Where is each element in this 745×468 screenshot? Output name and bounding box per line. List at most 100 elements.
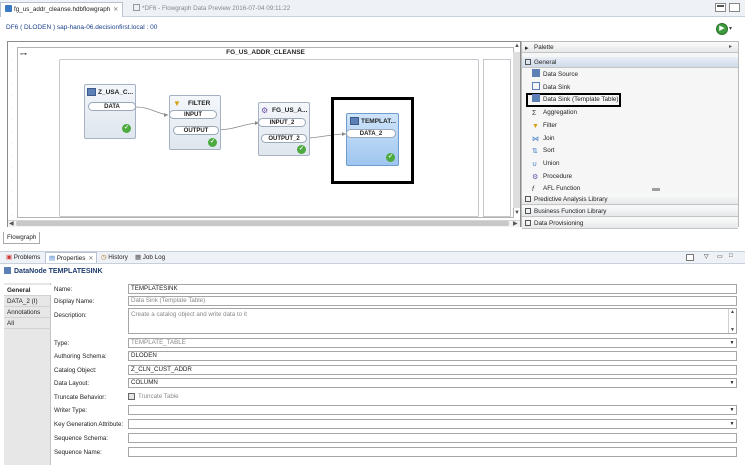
- palette-item-aggregation[interactable]: Σ Aggregation: [532, 107, 577, 118]
- funnel-icon: ▼: [173, 99, 181, 108]
- drawer-icon: [525, 208, 531, 214]
- scroll-up-icon[interactable]: ▲: [514, 43, 520, 49]
- sequence-schema-field[interactable]: [128, 433, 737, 443]
- minimize-view-icon[interactable]: ▭: [717, 253, 723, 260]
- writer-type-select[interactable]: ▼: [128, 405, 737, 415]
- tab-properties[interactable]: ▤ Properties ✕: [45, 252, 98, 263]
- port-output[interactable]: OUTPUT: [173, 126, 219, 135]
- type-label: Type:: [54, 340, 70, 347]
- node-title: FILTER: [188, 100, 211, 107]
- check-icon: ✓: [208, 138, 217, 147]
- funnel-icon: ▼: [532, 123, 539, 130]
- scroll-right-icon[interactable]: ▶: [513, 220, 518, 227]
- palette-collapse-icon[interactable]: ▸: [729, 43, 732, 50]
- drawer-general[interactable]: General: [522, 57, 738, 68]
- sidebar-tab-general[interactable]: General: [4, 285, 51, 296]
- check-icon: ✓: [386, 153, 395, 162]
- node-title: FG_US_A...: [272, 107, 308, 114]
- type-select[interactable]: TEMPLATE_TABLE ▼: [128, 338, 737, 348]
- maximize-view-icon[interactable]: □: [729, 253, 733, 259]
- truncate-table-label: Truncate Table: [138, 393, 179, 400]
- sort-icon: ⇅: [532, 148, 538, 155]
- catalog-object-label: Catalog Object:: [54, 367, 97, 374]
- view-menu-icon[interactable]: ▽: [704, 253, 709, 260]
- display-name-label: Display Name:: [54, 298, 95, 305]
- drawer-business-function[interactable]: Business Function Library: [522, 206, 738, 217]
- palette-header[interactable]: ▸ Palette: [522, 42, 738, 53]
- tab-job-log[interactable]: ▦ Job Log: [132, 252, 168, 263]
- connector-filter-procedure: [216, 122, 260, 131]
- scrollbar-thumb[interactable]: [16, 221, 509, 226]
- port-data-2[interactable]: DATA_2: [346, 129, 396, 138]
- table-icon: [532, 69, 540, 77]
- pin-icon[interactable]: [686, 254, 694, 261]
- palette-icon: ▸: [525, 45, 529, 52]
- tab-history[interactable]: ◷ History: [98, 252, 131, 263]
- job-log-icon: ▦: [135, 254, 143, 261]
- sequence-name-field[interactable]: [128, 447, 737, 457]
- scroll-down-icon[interactable]: ▼: [514, 210, 520, 216]
- port-output[interactable]: OUTPUT_2: [261, 134, 307, 143]
- palette-item-data-sink[interactable]: Data Sink: [532, 82, 570, 93]
- sidebar-tab-annotations[interactable]: Annotations: [4, 307, 51, 318]
- key-generation-label: Key Generation Attribute:: [54, 421, 124, 428]
- authoring-schema-label: Authoring Schema:: [54, 353, 107, 360]
- scroll-left-icon[interactable]: ◀: [9, 220, 14, 227]
- join-icon: ⋈: [532, 136, 539, 143]
- drawer-icon: [525, 220, 531, 226]
- port-input[interactable]: INPUT: [169, 110, 217, 119]
- port-input[interactable]: INPUT_2: [258, 118, 306, 127]
- palette-item-join[interactable]: ⋈ Join: [532, 133, 555, 144]
- authoring-schema-field[interactable]: DLODEN: [128, 351, 737, 361]
- palette-item-template-table[interactable]: Data Sink (Template Table): [532, 94, 618, 105]
- palette-item-procedure[interactable]: ⚙ Procedure: [532, 171, 572, 182]
- dropdown-arrow-icon: ▼: [729, 380, 735, 386]
- node-title: TEMPLAT...: [361, 118, 396, 125]
- data-layout-label: Data Layout:: [54, 380, 90, 387]
- drawer-data-provisioning[interactable]: Data Provisioning: [522, 218, 738, 229]
- description-field[interactable]: Create a catalog object and write data t…: [128, 308, 737, 334]
- arrowhead: [164, 113, 168, 117]
- sink-icon: [532, 82, 540, 90]
- port-data[interactable]: DATA: [88, 102, 136, 111]
- palette-scroll-indicator[interactable]: [652, 188, 660, 191]
- name-field[interactable]: TEMPLATESINK: [128, 284, 737, 294]
- datanode-icon: [4, 267, 11, 274]
- table-icon: [87, 88, 96, 96]
- drawer-icon: [525, 59, 531, 65]
- description-scrollbar[interactable]: ▲ ▼: [728, 309, 736, 333]
- palette-item-data-source[interactable]: Data Source: [532, 69, 578, 80]
- procedure-icon: ⚙: [261, 106, 269, 115]
- catalog-object-field[interactable]: Z_CLN_CUST_ADDR: [128, 365, 737, 375]
- dropdown-arrow-icon: ▼: [729, 340, 735, 346]
- check-icon: ✓: [122, 124, 131, 133]
- connector-source-filter: [135, 106, 169, 116]
- union-icon: ∪: [532, 161, 538, 168]
- sidebar-tab-all[interactable]: All: [4, 318, 51, 329]
- palette-item-union[interactable]: ∪ Union: [532, 158, 559, 169]
- key-generation-select[interactable]: ▼: [128, 419, 737, 429]
- truncate-behavior-label: Truncate Behavior:: [54, 394, 107, 401]
- table-icon: [532, 94, 540, 102]
- palette-item-sort[interactable]: ⇅ Sort: [532, 145, 555, 156]
- data-layout-select[interactable]: COLUMN ▼: [128, 378, 737, 388]
- function-icon: f: [532, 186, 534, 193]
- palette-item-filter[interactable]: ▼ Filter: [532, 120, 557, 131]
- sigma-icon: Σ: [532, 110, 537, 117]
- drawer-predictive[interactable]: Predictive Analysis Library: [522, 194, 738, 205]
- sidebar-tab-data-2[interactable]: DATA_2 (I): [4, 296, 51, 307]
- truncate-table-checkbox[interactable]: [128, 393, 135, 400]
- sequence-name-label: Sequence Name:: [54, 449, 102, 456]
- table-icon: [350, 117, 359, 125]
- node-title: Z_USA_C...: [98, 89, 134, 96]
- tab-problems[interactable]: ▣ Problems: [3, 252, 43, 263]
- problems-icon: ▣: [6, 254, 14, 261]
- properties-header: DataNode TEMPLATESINK: [4, 267, 103, 275]
- tab-flowgraph[interactable]: Flowgraph: [3, 232, 41, 244]
- palette-item-afl-function[interactable]: f AFL Function: [532, 183, 580, 194]
- vertical-scrollbar[interactable]: [513, 52, 520, 208]
- name-label: Name:: [54, 286, 73, 293]
- close-icon[interactable]: ✕: [88, 256, 93, 262]
- drawer-icon: [525, 196, 531, 202]
- display-name-field[interactable]: Data Sink (Template Table): [128, 296, 737, 306]
